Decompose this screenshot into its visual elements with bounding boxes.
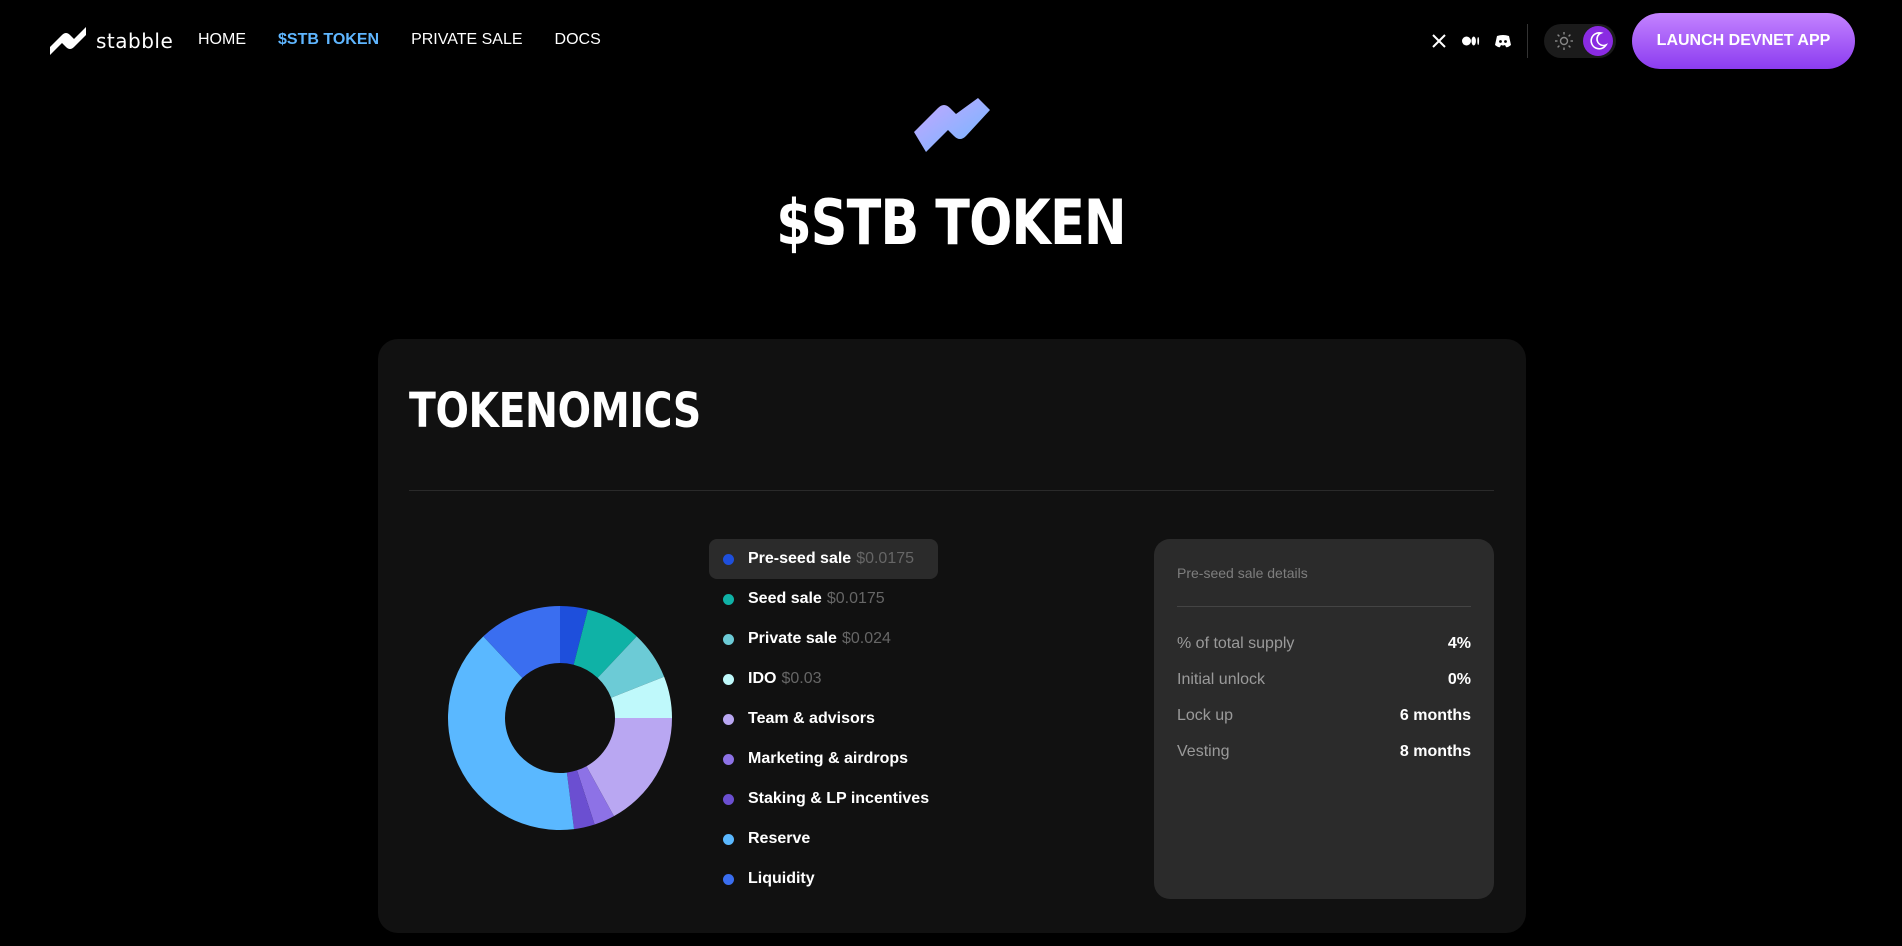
legend-price: $0.024 — [841, 630, 891, 647]
legend-item-reserve[interactable]: Reserve — [709, 819, 1009, 859]
section-divider — [409, 490, 1494, 491]
tokenomics-legend: Pre-seed sale $0.0175 Seed sale $0.0175 … — [709, 539, 1009, 899]
theme-toggle[interactable] — [1544, 24, 1616, 58]
legend-dot — [723, 874, 734, 885]
social-links — [1430, 30, 1512, 52]
legend-label: Private sale — [748, 630, 837, 647]
page-title: $STB TOKEN — [776, 186, 1126, 259]
top-nav: stabble HOME $STB TOKEN PRIVATE SALE DOC… — [0, 0, 1902, 82]
legend-item-liquidity[interactable]: Liquidity — [709, 859, 1009, 899]
detail-value: 8 months — [1399, 743, 1471, 760]
nav-link-private-sale[interactable]: PRIVATE SALE — [411, 31, 522, 49]
legend-dot — [723, 834, 734, 845]
legend-item-team-advisors[interactable]: Team & advisors — [709, 699, 1009, 739]
tokenomics-card: TOKENOMICS Pre-seed sale $0.0175 Seed sa… — [378, 339, 1526, 933]
legend-label: Marketing & airdrops — [748, 750, 909, 767]
nav-link-docs[interactable]: DOCS — [555, 31, 601, 49]
legend-dot — [723, 554, 734, 565]
legend-label: Liquidity — [748, 870, 815, 887]
legend-price: $0.03 — [781, 670, 822, 687]
details-rows: % of total supply 4% Initial unlock 0% L… — [1177, 626, 1471, 770]
stabble-logo-icon — [50, 27, 86, 55]
legend-item-marketing-airdrops[interactable]: Marketing & airdrops — [709, 739, 1009, 779]
detail-row-total-supply: % of total supply 4% — [1177, 626, 1471, 662]
legend-price: $0.0175 — [826, 590, 885, 607]
legend-label: Staking & LP incentives — [748, 790, 930, 807]
legend-dot — [723, 794, 734, 805]
detail-label: Lock up — [1177, 707, 1234, 724]
detail-value: 4% — [1447, 635, 1471, 652]
legend-dot — [723, 634, 734, 645]
nav-links: HOME $STB TOKEN PRIVATE SALE DOCS — [198, 31, 601, 49]
detail-row-initial-unlock: Initial unlock 0% — [1177, 662, 1471, 698]
details-title: Pre-seed sale details — [1177, 565, 1308, 581]
stb-token-logo-icon — [914, 98, 990, 152]
detail-row-lock-up: Lock up 6 months — [1177, 698, 1471, 734]
detail-label: Initial unlock — [1177, 671, 1266, 688]
legend-item-private-sale[interactable]: Private sale $0.024 — [709, 619, 1009, 659]
sun-icon[interactable] — [1554, 31, 1574, 51]
nav-divider — [1527, 24, 1528, 58]
logo-text: stabble — [96, 29, 174, 53]
legend-dot — [723, 594, 734, 605]
legend-label: Team & advisors — [748, 710, 875, 727]
tokenomics-title: TOKENOMICS — [409, 383, 701, 439]
sale-details-panel: Pre-seed sale details % of total supply … — [1154, 539, 1494, 899]
detail-label: % of total supply — [1177, 635, 1295, 652]
x-icon[interactable] — [1430, 30, 1448, 52]
legend-label: IDO — [748, 670, 777, 687]
legend-dot — [723, 714, 734, 725]
detail-value: 0% — [1447, 671, 1471, 688]
legend-item-seed-sale[interactable]: Seed sale $0.0175 — [709, 579, 1009, 619]
legend-label: Seed sale — [748, 590, 822, 607]
tokenomics-donut-chart — [448, 606, 672, 830]
legend-item-ido[interactable]: IDO $0.03 — [709, 659, 1009, 699]
detail-value: 6 months — [1399, 707, 1471, 724]
medium-icon[interactable] — [1462, 30, 1480, 52]
launch-devnet-app-button[interactable]: LAUNCH DEVNET APP — [1632, 13, 1855, 69]
legend-item-staking-lp-incentives[interactable]: Staking & LP incentives — [709, 779, 1009, 819]
detail-row-vesting: Vesting 8 months — [1177, 734, 1471, 770]
nav-link-stb-token[interactable]: $STB TOKEN — [278, 31, 379, 49]
legend-label: Pre-seed sale — [748, 550, 852, 567]
legend-price: $0.0175 — [856, 550, 915, 567]
stabble-logo[interactable]: stabble — [48, 25, 173, 57]
legend-dot — [723, 754, 734, 765]
discord-icon[interactable] — [1494, 30, 1512, 52]
legend-item-pre-seed-sale[interactable]: Pre-seed sale $0.0175 — [709, 539, 938, 579]
nav-link-home[interactable]: HOME — [198, 31, 246, 49]
details-divider — [1177, 606, 1471, 607]
legend-dot — [723, 674, 734, 685]
detail-label: Vesting — [1177, 743, 1230, 760]
moon-icon[interactable] — [1583, 26, 1613, 56]
legend-label: Reserve — [748, 830, 811, 847]
